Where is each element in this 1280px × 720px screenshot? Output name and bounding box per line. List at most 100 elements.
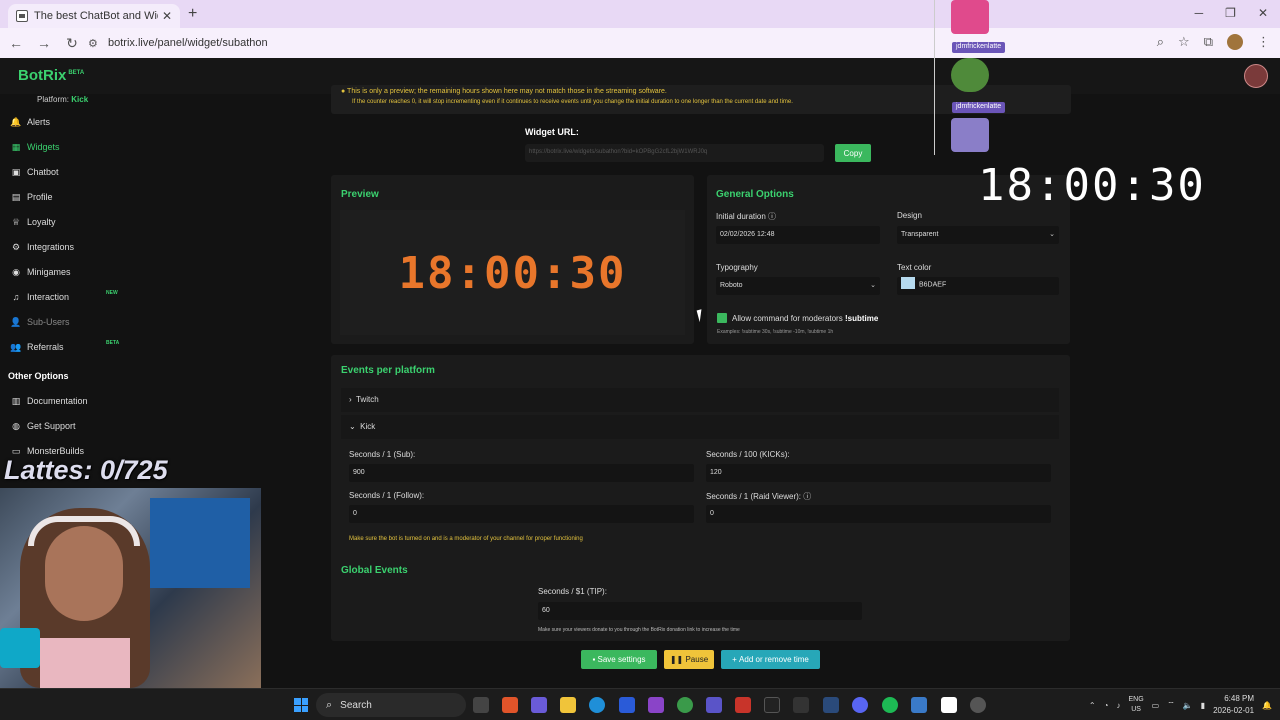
sidebar-item-minigames[interactable]: ◉ Minigames [10,264,70,280]
save-settings-button[interactable]: ▪ Save settings [581,650,657,669]
platform-indicator: Platform: Kick [37,95,89,104]
taskbar-search[interactable]: ⌕ Search [316,693,466,717]
copilot-icon[interactable] [531,697,547,713]
notice-line-1: ● This is only a preview; the remaining … [341,88,667,95]
windows-start-icon[interactable] [294,698,308,712]
sidebar-item-get-support[interactable]: ◍ Get Support [10,418,75,434]
widget-url-field[interactable]: https://botrix.live/widgets/subathon?bid… [525,144,824,162]
sidebar-item-profile[interactable]: ▤ Profile [10,189,53,205]
accordion-twitch[interactable]: › Twitch [341,388,1059,412]
sidebar-item-documentation[interactable]: ▥ Documentation [10,393,88,409]
preview-title: Preview [341,189,379,200]
file-explorer-icon[interactable] [560,697,576,713]
sidebar-item-integrations[interactable]: ⚙ Integrations [10,239,74,255]
extensions-icon[interactable]: ⧉ [1204,34,1213,50]
notice-line-2: If the counter reaches 0, it will stop i… [352,99,793,105]
minimize-icon[interactable]: ─ [1195,6,1204,20]
allow-moderators-checkbox[interactable] [717,313,727,323]
app-icon[interactable] [911,697,927,713]
events-per-platform-title: Events per platform [341,365,435,376]
toolbar-actions: ⌕ ☆ ⧉ ⋮ [1157,34,1270,50]
botrix-logo[interactable]: BotRix BETA [18,67,84,84]
color-swatch[interactable] [901,277,915,289]
zoom-icon[interactable]: ⌕ [1157,34,1164,50]
emote-username-tag: jdmfrickenlatte [952,102,1006,113]
preview-timer: 18:00:30 [398,248,627,299]
save-icon: ▪ [592,655,596,664]
tip-seconds-label: Seconds / $1 (TIP): [538,587,607,596]
volume-icon[interactable]: 🔈 [1183,701,1193,710]
task-view-icon[interactable] [473,697,489,713]
app-icon[interactable] [648,697,664,713]
follow-seconds-label: Seconds / 1 (Follow): [349,491,425,500]
network-icon[interactable]: ◔ [1104,701,1109,710]
sidebar-item-alerts[interactable]: 🔔 Alerts [10,114,50,130]
webcam-background [150,498,250,588]
design-select[interactable]: Transparent ⌄ [897,226,1059,244]
battery-icon[interactable]: ▮ [1201,701,1205,710]
sidebar-item-sub-users[interactable]: 👤 Sub-Users [10,314,69,330]
window-controls: ─ ❐ ✕ [1195,6,1268,20]
kicks-seconds-input[interactable]: 120 [706,464,1051,482]
obs-icon[interactable] [970,697,986,713]
chevron-down-icon: ⌄ [349,422,356,431]
close-window-icon[interactable]: ✕ [1258,6,1268,20]
overlay-subathon-timer: 18:00:30 [978,160,1206,211]
tiktok-icon[interactable] [764,697,780,713]
new-tab-icon[interactable]: + [188,5,197,23]
typography-select[interactable]: Roboto ⌄ [716,277,880,295]
accordion-kick[interactable]: ⌄ Kick [341,415,1059,439]
microphone [0,628,40,668]
browser-tab[interactable]: The best ChatBot and Widgets ✕ [8,4,180,28]
taskbar-clock[interactable]: 6:48 PM 2026-02-01 [1213,693,1254,717]
app-icon[interactable] [502,697,518,713]
bookmark-star-icon[interactable]: ☆ [1178,34,1190,50]
steam-icon[interactable] [823,697,839,713]
tip-seconds-input[interactable]: 60 [538,602,862,620]
discord-icon[interactable] [852,697,868,713]
mic-icon[interactable]: ♪ [1116,701,1120,710]
display-icon[interactable]: ▭ [1152,701,1160,710]
language-indicator[interactable]: ENG US [1128,695,1143,715]
sidebar-item-interaction[interactable]: ♫ Interaction [10,289,69,305]
users-icon: 👤 [10,316,22,327]
sidebar-item-referrals[interactable]: 👥 Referrals [10,339,63,355]
browser-toolbar: ← → ↻ ⚙ botrix.live/panel/widget/subatho… [0,28,1280,58]
grid-icon: ▦ [11,141,21,152]
chevron-down-icon: ⌄ [870,282,876,289]
pause-button[interactable]: ❚❚ Pause [664,650,714,669]
copy-url-button[interactable]: Copy [835,144,871,162]
restore-icon[interactable]: ❐ [1225,6,1236,20]
sub-seconds-input[interactable]: 900 [349,464,694,482]
site-info-icon[interactable]: ⚙ [88,37,100,50]
close-tab-icon[interactable]: ✕ [162,9,172,23]
app-icon[interactable] [735,697,751,713]
app-icon[interactable] [793,697,809,713]
user-avatar[interactable] [1244,64,1268,88]
emote-heart-icon [951,0,989,34]
app-icon[interactable] [619,697,635,713]
initial-duration-input[interactable]: 02/02/2026 12:48 [716,226,880,244]
back-icon[interactable]: ← [4,35,28,51]
spotify-icon[interactable] [882,697,898,713]
menu-kebab-icon[interactable]: ⋮ [1257,34,1270,50]
chevron-up-icon[interactable]: ⌃ [1089,701,1096,710]
chrome-icon[interactable] [677,697,693,713]
teams-icon[interactable] [706,697,722,713]
follow-seconds-input[interactable]: 0 [349,505,694,523]
sidebar-item-chatbot[interactable]: ▣ Chatbot [10,164,59,180]
sidebar-item-widgets[interactable]: ▦ Widgets [10,139,60,155]
wifi-icon[interactable]: ⌔ [1167,700,1175,710]
app-icon[interactable] [941,697,957,713]
text-color-input[interactable]: B6DAEF [897,277,1059,295]
typography-label: Typography [716,263,758,272]
raid-seconds-input[interactable]: 0 [706,505,1051,523]
edge-icon[interactable] [589,697,605,713]
add-remove-time-button[interactable]: + Add or remove time [721,650,820,669]
forward-icon[interactable]: → [32,35,56,51]
notifications-icon[interactable]: 🔔 [1262,701,1272,710]
command-examples: Examples: !subtime 30s, !subtime -10m, !… [717,329,834,335]
sidebar-item-loyalty[interactable]: ♕ Loyalty [10,214,56,230]
profile-avatar[interactable] [1227,34,1243,50]
plug-icon: ⚙ [11,241,21,252]
